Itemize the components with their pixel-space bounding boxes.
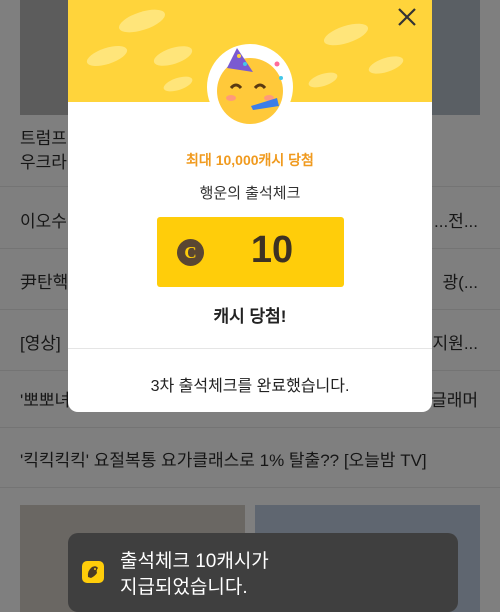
coin-decoration	[84, 41, 130, 71]
news-headline[interactable]: '뽀뽀녀	[20, 386, 70, 411]
divider	[68, 348, 432, 349]
toast-line: 지급되었습니다.	[120, 577, 248, 598]
news-headline-tail[interactable]: 광(...	[443, 268, 478, 293]
party-face-icon	[217, 48, 283, 124]
coin-decoration	[151, 42, 195, 70]
coin-decoration	[321, 19, 371, 50]
divider	[0, 487, 500, 488]
coin-decoration	[366, 52, 406, 78]
news-headline[interactable]: 이오수	[20, 207, 67, 232]
cash-coin-icon: C	[177, 239, 204, 266]
reward-box: C 10	[157, 217, 344, 287]
news-headline[interactable]: 尹탄핵	[20, 268, 68, 293]
coin-decoration	[306, 69, 340, 91]
reward-amount: 10	[250, 229, 294, 271]
news-headline[interactable]: [영상]	[20, 329, 61, 354]
news-headline[interactable]: 트럼프	[20, 124, 67, 149]
news-headline-tail[interactable]: 글래머	[431, 386, 478, 411]
close-button[interactable]	[392, 2, 422, 32]
attendance-check-modal: 최대 10,000캐시 당첨 행운의 출석체크 C 10 캐시 당첨! 3차 출…	[68, 0, 432, 412]
news-headline-tail[interactable]: 지원...	[433, 329, 478, 354]
coin-decoration	[116, 5, 168, 37]
toast-message: 출석체크 10캐시가 지급되었습니다.	[120, 549, 440, 601]
divider	[0, 427, 500, 428]
app-logo-icon	[82, 561, 104, 583]
news-headline-tail[interactable]: ...전...	[434, 207, 478, 232]
coin-decoration	[161, 73, 195, 95]
toast-line: 출석체크 10캐시가	[120, 551, 269, 572]
max-prize-subtitle: 최대 10,000캐시 당첨	[186, 152, 314, 168]
won-message: 캐시 당첨!	[213, 307, 287, 326]
party-face-emoji-badge	[207, 44, 293, 130]
close-icon[interactable]	[392, 2, 422, 32]
news-headline[interactable]: '킥킥킥킥' 요절복통 요가클래스로 1% 탈출?? [오늘밤 TV]	[20, 446, 427, 471]
completion-message: 3차 출석체크를 완료했습니다.	[150, 378, 350, 395]
mascot-icon	[87, 566, 98, 578]
toast-notification: 출석체크 10캐시가 지급되었습니다.	[68, 533, 458, 612]
modal-title: 행운의 출석체크	[199, 185, 301, 202]
